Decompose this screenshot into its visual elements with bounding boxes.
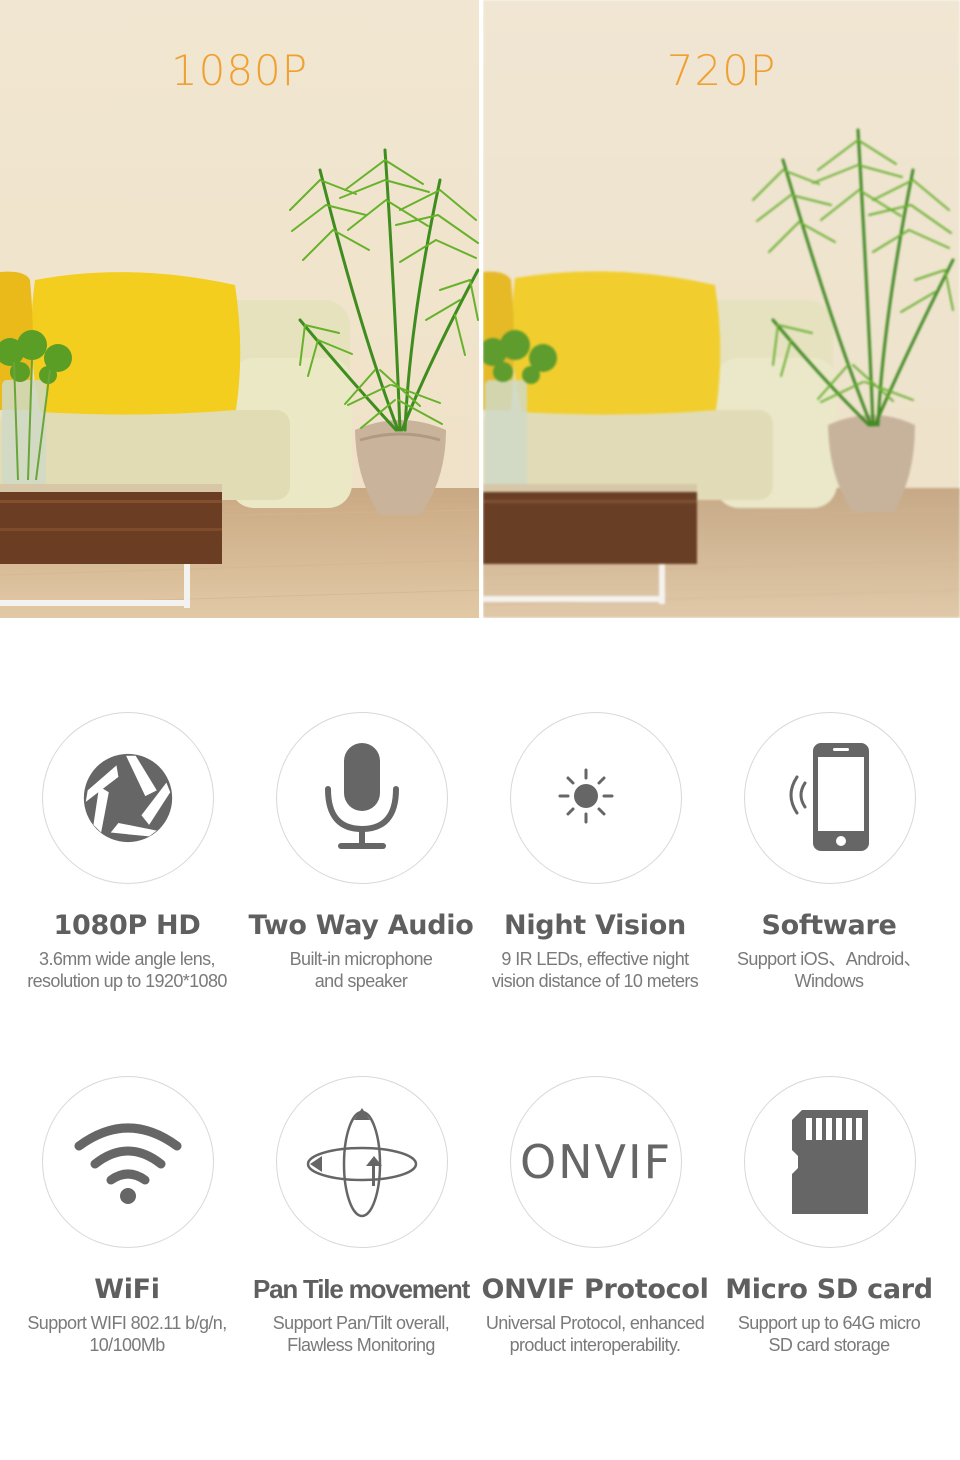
feature-icon-circle (744, 1076, 916, 1248)
description-line: resolution up to 1920*1080 (27, 971, 227, 991)
feature-icon-circle: ONVIF (510, 1076, 682, 1248)
feature-icon-circle (510, 712, 682, 884)
feature-icon-circle (276, 712, 448, 884)
feature-icon-circle (42, 712, 214, 884)
smartphone-signal-icon (789, 743, 869, 851)
feature-description: Support WIFI 802.11 b/g/n, 10/100Mb (0, 1312, 256, 1356)
feature-description: Support iOS、Android、 Windows (700, 948, 958, 992)
feature-title: Night Vision (504, 910, 686, 941)
feature-title: ONVIF Protocol (481, 1274, 709, 1305)
description-line: 3.6mm wide angle lens, (39, 949, 216, 969)
feature-description: Built-in microphone and speaker (232, 948, 490, 992)
feature-title: Software (761, 910, 897, 941)
description-line: Support WIFI 802.11 b/g/n, (27, 1313, 227, 1333)
feature-description: Universal Protocol, enhanced product int… (466, 1312, 724, 1356)
wifi-icon (74, 1123, 182, 1204)
resolution-comparison: 1080P 720P (0, 0, 960, 618)
description-line: Support iOS、Android、 (736, 949, 922, 969)
feature-title: Pan Tile movement (252, 1274, 470, 1304)
onvif-logo-icon: ONVIF (519, 1135, 673, 1189)
photo-1080p: 1080P (0, 0, 479, 618)
pan-tilt-icon (306, 1108, 418, 1218)
resolution-label-720p: 720P (666, 46, 777, 95)
description-line: Support up to 64G micro (737, 1313, 921, 1333)
sun-moon-icon (552, 754, 636, 846)
feature-title: WiFi (94, 1274, 160, 1305)
description-line: product interoperability. (509, 1335, 681, 1355)
description-line: vision distance of 10 meters (491, 971, 699, 991)
description-line: 9 IR LEDs, effective night (501, 949, 689, 969)
feature-description: Support Pan/Tilt overall, Flawless Monit… (232, 1312, 490, 1356)
feature-description: 9 IR LEDs, effective night vision distan… (466, 948, 724, 992)
feature-title: 1080P HD (53, 910, 201, 941)
aperture-icon (83, 753, 173, 843)
description-line: Windows (794, 971, 864, 991)
feature-icon-circle (276, 1076, 448, 1248)
feature-title: Two Way Audio (248, 910, 474, 941)
feature-icon-circle (744, 712, 916, 884)
description-line: Flawless Monitoring (287, 1335, 435, 1355)
feature-description: 3.6mm wide angle lens, resolution up to … (0, 948, 256, 992)
description-line: Built-in microphone (289, 949, 433, 969)
description-line: SD card storage (768, 1335, 890, 1355)
microphone-icon (325, 743, 399, 849)
description-line: Support Pan/Tilt overall, (272, 1313, 450, 1333)
feature-icon-circle (42, 1076, 214, 1248)
feature-title: Micro SD card (725, 1274, 933, 1305)
photo-720p: 720P (483, 0, 960, 618)
description-line: Universal Protocol, enhanced (485, 1313, 705, 1333)
resolution-label-1080p: 1080P (170, 46, 309, 95)
description-line: 10/100Mb (89, 1335, 165, 1355)
feature-description: Support up to 64G micro SD card storage (700, 1312, 958, 1356)
description-line: and speaker (314, 971, 408, 991)
micro-sd-card-icon (792, 1110, 868, 1214)
